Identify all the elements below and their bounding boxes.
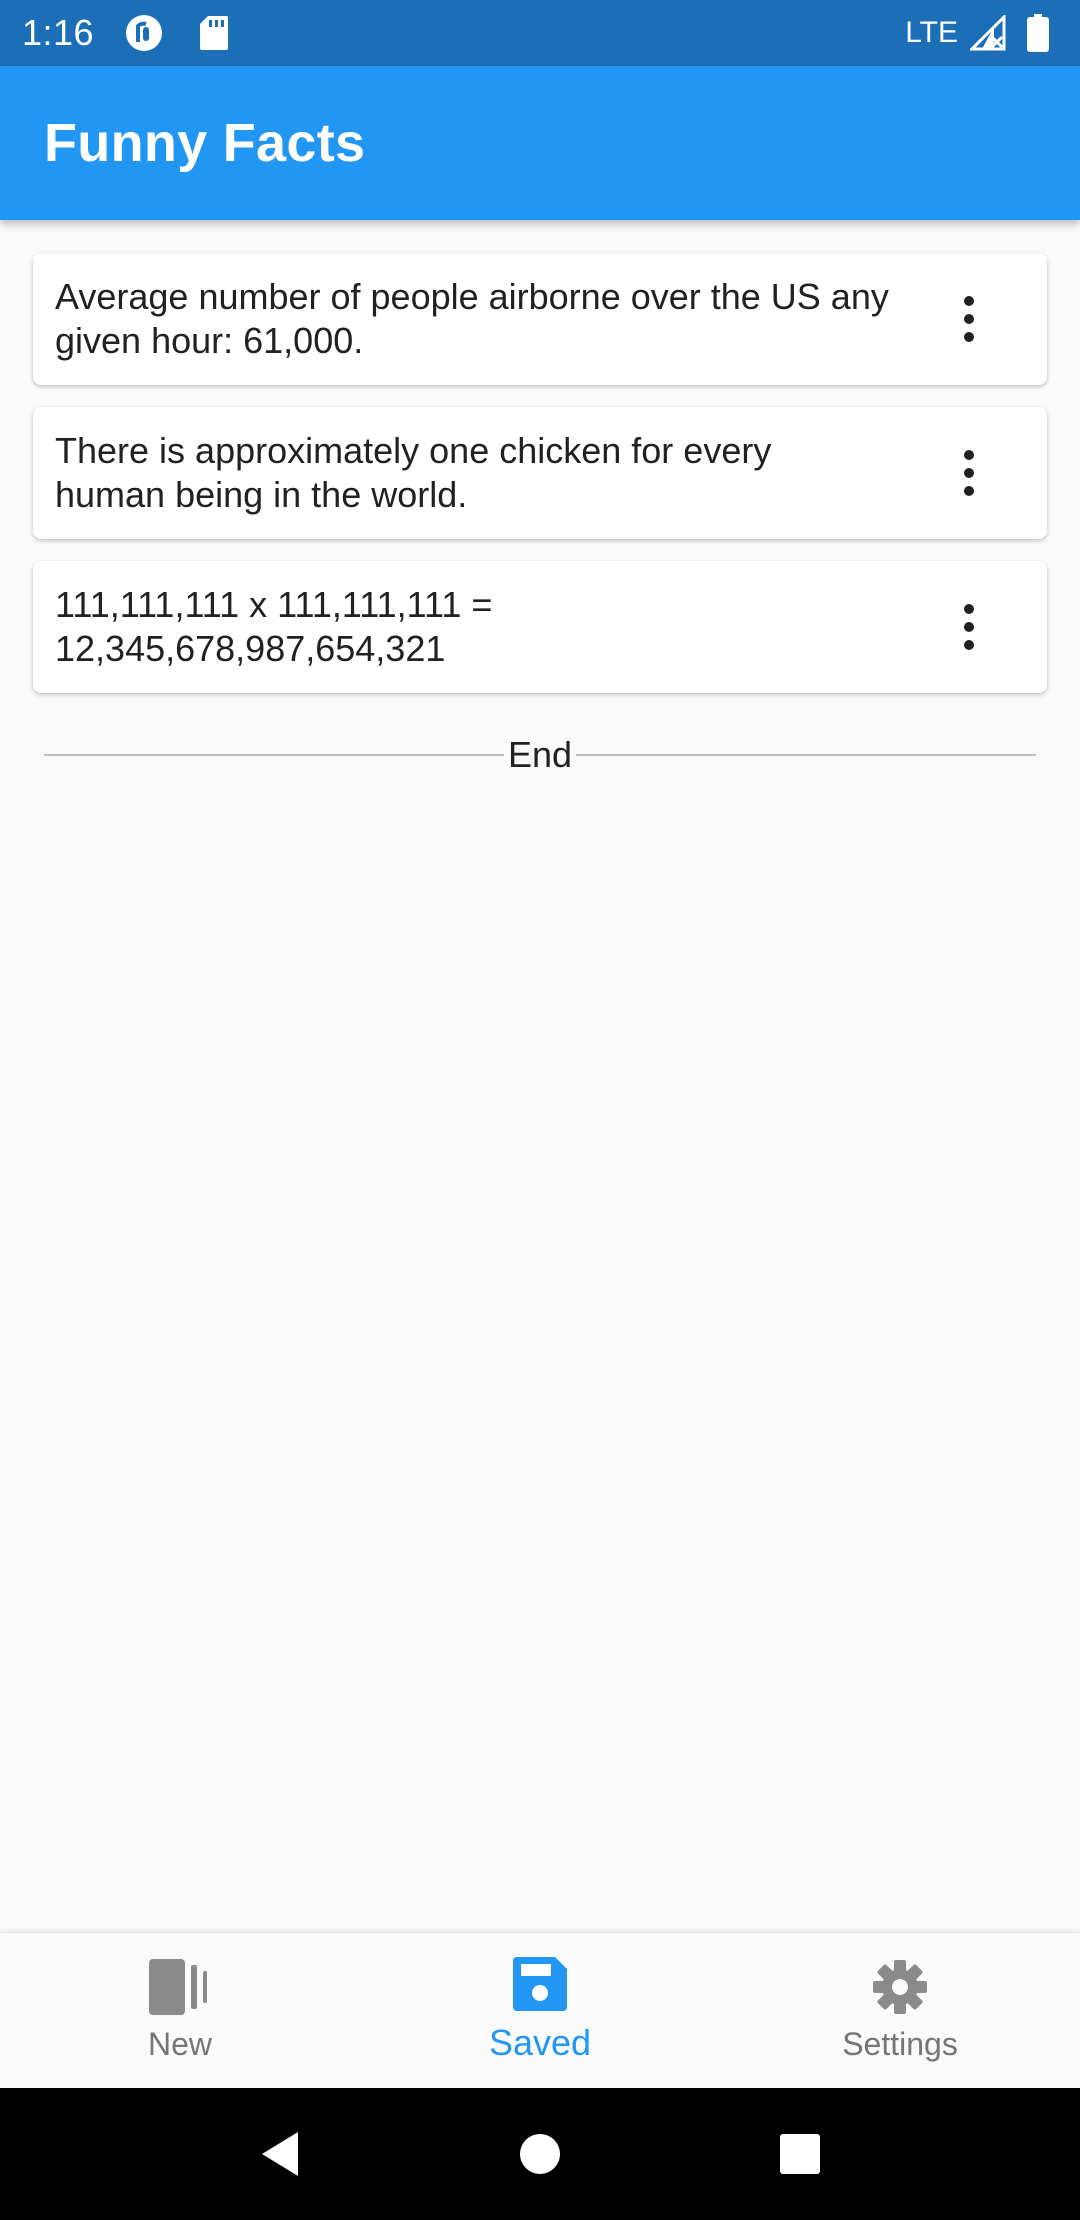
nav-item-saved[interactable]: Saved	[360, 1933, 720, 2088]
recents-icon[interactable]	[760, 2114, 840, 2194]
network-type: LTE	[905, 16, 958, 49]
nav-item-new[interactable]: New	[0, 1933, 360, 2088]
more-vert-icon[interactable]	[929, 274, 1009, 364]
facts-list: Average number of people airborne over t…	[0, 220, 1080, 1932]
end-divider: End	[44, 730, 1036, 780]
more-vert-icon[interactable]	[929, 428, 1009, 518]
save-icon	[513, 1957, 567, 2016]
fact-card[interactable]: There is approximately one chicken for e…	[33, 407, 1047, 539]
back-icon[interactable]	[240, 2114, 320, 2194]
fact-text: Average number of people airborne over t…	[55, 276, 889, 361]
fact-card[interactable]: Average number of people airborne over t…	[33, 253, 1047, 385]
nav-label-new: New	[147, 2025, 212, 2062]
home-icon[interactable]	[500, 2114, 580, 2194]
nav-item-settings[interactable]: Settings	[720, 1933, 1080, 2088]
pocket-casts-icon	[124, 13, 164, 53]
page-title: Funny Facts	[44, 113, 366, 173]
app-bar: Funny Facts	[0, 66, 1080, 220]
nav-label-settings: Settings	[842, 2025, 958, 2062]
divider-line	[576, 754, 1036, 756]
bottom-navigation: New Saved Settings	[0, 1932, 1080, 2088]
gear-icon	[872, 1959, 928, 2020]
divider-line	[44, 754, 504, 756]
battery-icon	[1018, 13, 1058, 53]
fact-text: There is approximately one chicken for e…	[55, 430, 772, 515]
fact-text: 111,111,111 x 111,111,111 = 12,345,678,9…	[55, 584, 493, 669]
more-vert-icon[interactable]	[929, 582, 1009, 672]
status-bar: 1:16 LTE	[0, 0, 1080, 66]
system-navigation-bar	[0, 2088, 1080, 2220]
sd-card-icon	[194, 13, 234, 53]
fact-card[interactable]: 111,111,111 x 111,111,111 = 12,345,678,9…	[33, 561, 1047, 693]
nav-label-saved: Saved	[488, 2022, 592, 2063]
signal-icon	[968, 13, 1008, 53]
end-label: End	[507, 734, 573, 775]
status-time: 1:16	[22, 12, 95, 53]
cards-icon	[149, 1958, 211, 2020]
